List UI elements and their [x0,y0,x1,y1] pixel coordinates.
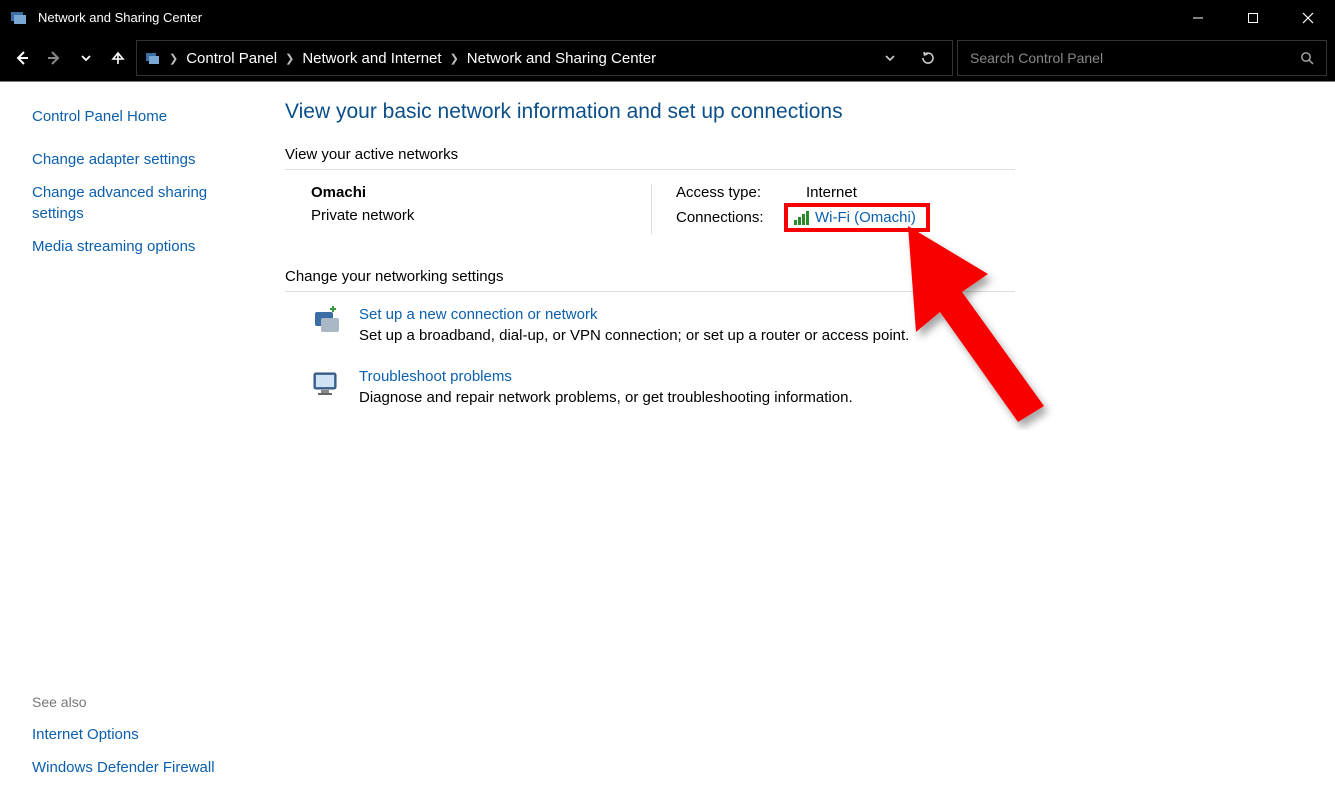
close-button[interactable] [1280,0,1335,35]
window-title: Network and Sharing Center [38,10,202,25]
address-bar: ❯ Control Panel ❯ Network and Internet ❯… [0,35,1335,81]
active-network-row: Omachi Private network Access type: Inte… [285,184,1015,234]
app-icon [10,9,28,27]
setting-link: Troubleshoot problems [359,368,853,385]
section-change-settings: Change your networking settings [285,268,1015,292]
sidebar: Control Panel Home Change adapter settin… [0,82,265,794]
sidebar-home-link[interactable]: Control Panel Home [32,106,247,127]
search-icon [1300,51,1314,65]
refresh-icon[interactable] [920,50,936,66]
see-also-internet-options[interactable]: Internet Options [32,724,247,745]
breadcrumb-item[interactable]: Network and Sharing Center [467,50,656,67]
setting-new-connection[interactable]: Set up a new connection or network Set u… [311,306,1295,344]
setting-troubleshoot[interactable]: Troubleshoot problems Diagnose and repai… [311,368,1295,406]
setting-link: Set up a new connection or network [359,306,909,323]
troubleshoot-icon [311,368,343,400]
connection-link[interactable]: Wi-Fi (Omachi) [784,203,930,232]
main-panel: View your basic network information and … [265,82,1335,794]
sidebar-link-media-streaming[interactable]: Media streaming options [32,236,247,257]
forward-button[interactable] [40,44,68,72]
see-also-title: See also [32,694,247,710]
connections-label: Connections: [676,209,776,226]
page-title: View your basic network information and … [285,100,1295,124]
setting-desc: Diagnose and repair network problems, or… [359,389,853,406]
sidebar-link-adapter[interactable]: Change adapter settings [32,149,247,170]
content-area: Control Panel Home Change adapter settin… [0,81,1335,794]
connection-link-text: Wi-Fi (Omachi) [815,209,916,226]
chevron-right-icon: ❯ [285,52,294,65]
breadcrumb-item[interactable]: Network and Internet [302,50,441,67]
chevron-right-icon: ❯ [169,52,178,65]
access-type-label: Access type: [676,184,776,201]
network-name: Omachi [311,184,651,201]
new-connection-icon [311,306,343,338]
breadcrumb-item[interactable]: Control Panel [186,50,277,67]
titlebar: Network and Sharing Center [0,0,1335,35]
maximize-button[interactable] [1225,0,1280,35]
wifi-signal-icon [794,211,809,225]
location-icon [145,50,161,66]
recent-dropdown[interactable] [72,44,100,72]
search-placeholder: Search Control Panel [970,50,1103,66]
back-button[interactable] [8,44,36,72]
search-input[interactable]: Search Control Panel [957,40,1327,76]
access-type-value: Internet [776,184,857,201]
chevron-down-icon[interactable] [884,52,896,64]
window-controls [1170,0,1335,35]
minimize-button[interactable] [1170,0,1225,35]
see-also: See also Internet Options Windows Defend… [32,694,247,790]
up-button[interactable] [104,44,132,72]
section-active-networks: View your active networks [285,146,1015,170]
chevron-right-icon: ❯ [450,52,459,65]
see-also-defender-firewall[interactable]: Windows Defender Firewall [32,757,247,778]
setting-desc: Set up a broadband, dial-up, or VPN conn… [359,327,909,344]
sidebar-link-advanced-sharing[interactable]: Change advanced sharing settings [32,182,247,224]
network-kind: Private network [311,207,651,224]
location-bar[interactable]: ❯ Control Panel ❯ Network and Internet ❯… [136,40,953,76]
